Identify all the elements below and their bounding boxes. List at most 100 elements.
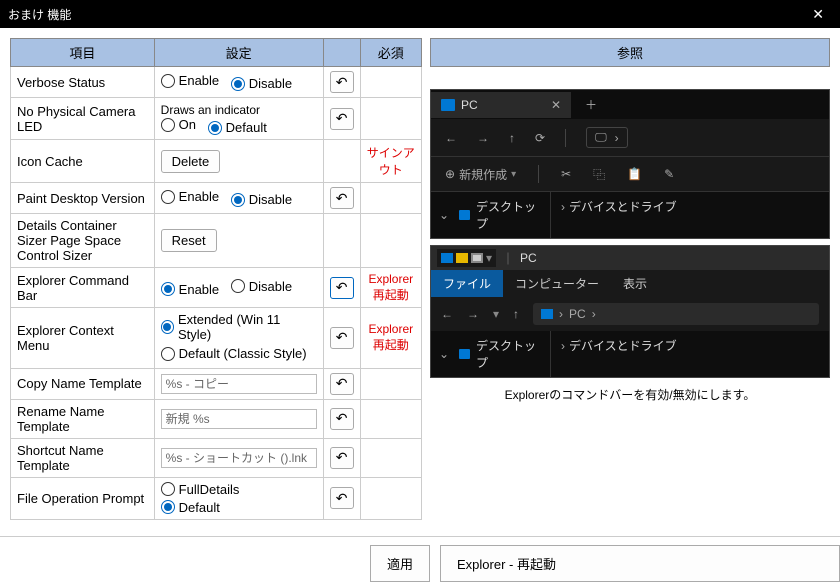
renametpl-input[interactable] bbox=[161, 409, 317, 429]
chevron-right-icon: › bbox=[559, 307, 563, 321]
titlebar: おまけ 機能 ✕ bbox=[0, 0, 840, 28]
explorer-preview-classic: ▾ ｜ PC ファイル コンピューター 表示 ← → ▾ ↑ ›PC› ⌄デスク… bbox=[430, 245, 830, 378]
undo-icon: ↶ bbox=[336, 329, 348, 346]
row-shortcuttpl-label: Shortcut Name Template bbox=[11, 438, 155, 477]
explorer-preview-win11: PC✕ ＋ ← → ↑ ⟳ 🖵› ⊕新規作成▾ ✂ ⿻ 📋 ✎ ⌄デスクトップ … bbox=[430, 89, 830, 239]
folder-icon bbox=[456, 253, 468, 263]
cmdbar-disable-radio[interactable]: Disable bbox=[231, 279, 292, 294]
refresh-icon: ⟳ bbox=[535, 131, 545, 145]
col-item: 項目 bbox=[11, 39, 155, 67]
folder-icon bbox=[459, 210, 470, 220]
copytpl-input[interactable] bbox=[161, 374, 317, 394]
back-icon: ← bbox=[445, 131, 457, 145]
back-icon: ← bbox=[441, 307, 453, 321]
undo-icon: ↶ bbox=[336, 410, 348, 427]
window-icon bbox=[471, 253, 483, 263]
shortcuttpl-input[interactable] bbox=[161, 448, 317, 468]
copy-icon: ⿻ bbox=[593, 166, 605, 183]
cut-icon: ✂ bbox=[561, 167, 571, 181]
pc-icon bbox=[441, 99, 455, 111]
camled-desc: Draws an indicator bbox=[161, 103, 317, 117]
undo-icon: ↶ bbox=[336, 74, 348, 91]
rename-icon: ✎ bbox=[664, 167, 674, 181]
camled-default-radio[interactable]: Default bbox=[208, 120, 267, 135]
new-tab-icon: ＋ bbox=[571, 90, 611, 119]
row-details-label: Details Container Sizer Page Space Contr… bbox=[11, 214, 155, 268]
fileop-undo-button[interactable]: ↶ bbox=[330, 487, 354, 509]
row-cmdbar-label: Explorer Command Bar bbox=[11, 268, 155, 308]
undo-icon: ↶ bbox=[336, 449, 348, 466]
row-iconcache-label: Icon Cache bbox=[11, 140, 155, 183]
row-fileop-label: File Operation Prompt bbox=[11, 477, 155, 519]
chevron-right-icon: › bbox=[561, 200, 565, 214]
shortcuttpl-undo-button[interactable]: ↶ bbox=[330, 447, 354, 469]
camled-on-radio[interactable]: On bbox=[161, 117, 196, 132]
chevron-down-icon: ⌄ bbox=[439, 347, 449, 361]
ctxmenu-default-radio[interactable]: Default (Classic Style) bbox=[161, 346, 307, 361]
apply-button[interactable]: 適用 bbox=[370, 545, 430, 582]
paintver-enable-radio[interactable]: Enable bbox=[161, 189, 219, 204]
address-bar: ›PC› bbox=[533, 303, 819, 325]
preview-area: PC✕ ＋ ← → ↑ ⟳ 🖵› ⊕新規作成▾ ✂ ⿻ 📋 ✎ ⌄デスクトップ … bbox=[430, 89, 830, 403]
col-setting: 設定 bbox=[154, 39, 323, 67]
col-required: 必須 bbox=[360, 39, 421, 67]
row-ctxmenu-label: Explorer Context Menu bbox=[11, 308, 155, 369]
fileop-full-radio[interactable]: FullDetails bbox=[161, 482, 240, 497]
chevron-right-icon: › bbox=[561, 339, 565, 353]
undo-icon: ↶ bbox=[336, 375, 348, 392]
cmdbar-required: Explorer 再起動 bbox=[360, 268, 421, 308]
new-button: ⊕新規作成▾ bbox=[445, 166, 516, 183]
paintver-disable-radio[interactable]: Disable bbox=[231, 192, 292, 207]
copytpl-undo-button[interactable]: ↶ bbox=[330, 373, 354, 395]
chevron-right-icon: › bbox=[592, 307, 596, 321]
paintver-undo-button[interactable]: ↶ bbox=[330, 187, 354, 209]
undo-icon: ↶ bbox=[336, 190, 348, 207]
window-title: おまけ 機能 bbox=[8, 6, 804, 23]
menu-view: 表示 bbox=[611, 270, 659, 297]
menu-file: ファイル bbox=[431, 270, 503, 297]
up-icon: ↑ bbox=[513, 307, 519, 321]
row-verbose-label: Verbose Status bbox=[11, 67, 155, 98]
verbose-enable-radio[interactable]: Enable bbox=[161, 73, 219, 88]
chevron-right-icon: › bbox=[615, 131, 619, 145]
undo-icon: ↶ bbox=[336, 110, 348, 127]
chevron-down-icon: ▾ bbox=[493, 307, 499, 321]
settings-table: 項目 設定 必須 Verbose Status Enable Disable ↶… bbox=[10, 38, 422, 520]
folder-icon bbox=[459, 349, 470, 359]
menu-computer: コンピューター bbox=[503, 270, 611, 297]
undo-icon: ↶ bbox=[336, 279, 348, 296]
forward-icon: → bbox=[477, 131, 489, 145]
row-camled-label: No Physical Camera LED bbox=[11, 98, 155, 140]
verbose-disable-radio[interactable]: Disable bbox=[231, 76, 292, 91]
details-reset-button[interactable]: Reset bbox=[161, 229, 217, 252]
iconcache-delete-button[interactable]: Delete bbox=[161, 150, 221, 173]
ctxmenu-required: Explorer 再起動 bbox=[360, 308, 421, 369]
tab-close-icon: ✕ bbox=[551, 98, 561, 112]
address-bar: 🖵› bbox=[586, 127, 628, 148]
pc-icon bbox=[441, 253, 453, 263]
paste-icon: 📋 bbox=[627, 167, 642, 181]
camled-undo-button[interactable]: ↶ bbox=[330, 108, 354, 130]
row-copytpl-label: Copy Name Template bbox=[11, 368, 155, 399]
iconcache-required: サインアウト bbox=[360, 140, 421, 183]
renametpl-undo-button[interactable]: ↶ bbox=[330, 408, 354, 430]
undo-icon: ↶ bbox=[336, 490, 348, 507]
row-paintver-label: Paint Desktop Version bbox=[11, 183, 155, 214]
up-icon: ↑ bbox=[509, 131, 515, 145]
ctxmenu-extended-radio[interactable]: Extended (Win 11 Style) bbox=[161, 312, 309, 342]
monitor-icon: 🖵 bbox=[595, 130, 607, 145]
verbose-undo-button[interactable]: ↶ bbox=[330, 71, 354, 93]
cmdbar-enable-radio[interactable]: Enable bbox=[161, 282, 219, 297]
forward-icon: → bbox=[467, 307, 479, 321]
restart-explorer-button[interactable]: Explorer - 再起動 bbox=[440, 545, 840, 582]
cmdbar-undo-button[interactable]: ↶ bbox=[330, 277, 354, 299]
ctxmenu-undo-button[interactable]: ↶ bbox=[330, 327, 354, 349]
close-icon[interactable]: ✕ bbox=[804, 6, 832, 23]
preview-caption: Explorerのコマンドバーを有効/無効にします。 bbox=[430, 386, 830, 403]
chevron-down-icon: ⌄ bbox=[439, 208, 449, 222]
explorer-tab: PC✕ bbox=[431, 92, 571, 118]
col-reference: 参照 bbox=[431, 39, 830, 67]
plus-circle-icon: ⊕ bbox=[445, 167, 455, 181]
row-renametpl-label: Rename Name Template bbox=[11, 399, 155, 438]
fileop-default-radio[interactable]: Default bbox=[161, 500, 220, 515]
